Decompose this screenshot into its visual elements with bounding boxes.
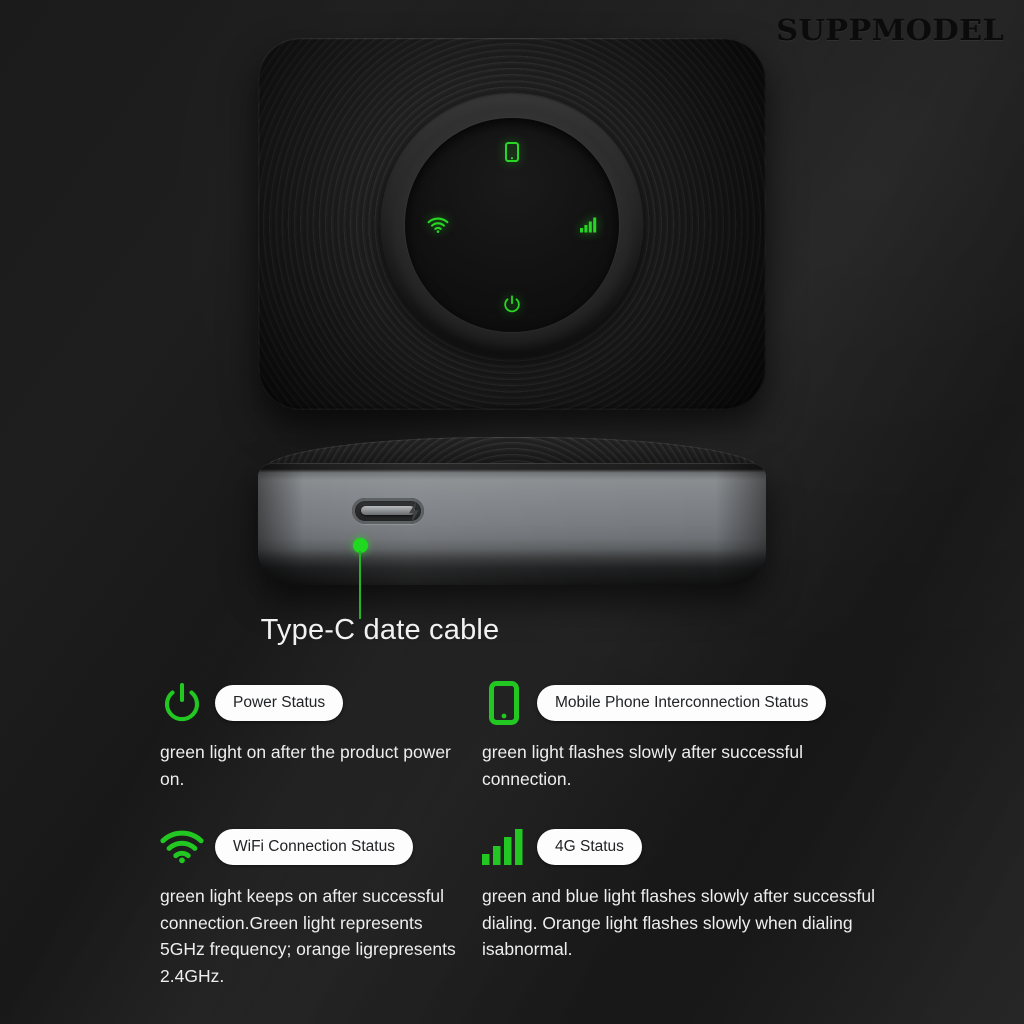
power-icon — [160, 681, 204, 725]
wifi-icon — [427, 217, 449, 233]
device-top-view — [258, 38, 766, 410]
led-dial-face — [405, 118, 619, 332]
power-icon — [503, 295, 522, 314]
legend-head: Mobile Phone Interconnection Status — [482, 678, 920, 728]
callout-label: Type-C date cable — [260, 614, 500, 646]
device-metal-band — [258, 463, 766, 585]
legend-label-wifi: WiFi Connection Status — [215, 829, 413, 866]
legend-head: 4G Status — [482, 822, 920, 872]
legend-item-wifi: WiFi Connection Status green light keeps… — [160, 822, 478, 989]
callout-leader-line — [359, 551, 361, 619]
legend-item-4g: 4G Status green and blue light flashes s… — [482, 822, 920, 989]
legend-description-wifi: green light keeps on after successful co… — [160, 886, 456, 986]
signal-bars-icon — [580, 217, 597, 233]
legend-item-power: Power Status green light on after the pr… — [160, 678, 478, 792]
product-infographic: SUPPMODEL Type-C date cable Power Status… — [0, 0, 1024, 1024]
legend-head: WiFi Connection Status — [160, 822, 478, 872]
status-legend: Power Status green light on after the pr… — [160, 678, 920, 990]
lightning-bolt-icon — [406, 500, 422, 524]
legend-description-4g: green and blue light flashes slowly afte… — [482, 886, 875, 960]
wifi-icon — [160, 825, 204, 869]
signal-bars-icon — [482, 825, 526, 869]
legend-label-4g: 4G Status — [537, 829, 642, 866]
legend-head: Power Status — [160, 678, 478, 728]
legend-description-power: green light on after the product power o… — [160, 742, 451, 789]
phone-icon — [482, 681, 526, 725]
legend-description-phone: green light flashes slowly after success… — [482, 742, 803, 789]
legend-label-power: Power Status — [215, 685, 344, 721]
legend-label-phone: Mobile Phone Interconnection Status — [537, 685, 827, 721]
led-dial-bowl — [381, 94, 643, 356]
phone-icon — [505, 142, 519, 162]
legend-item-phone: Mobile Phone Interconnection Status gree… — [482, 678, 920, 792]
watermark-suppmodel: SUPPMODEL — [775, 13, 1004, 47]
device-side-view — [258, 437, 766, 585]
